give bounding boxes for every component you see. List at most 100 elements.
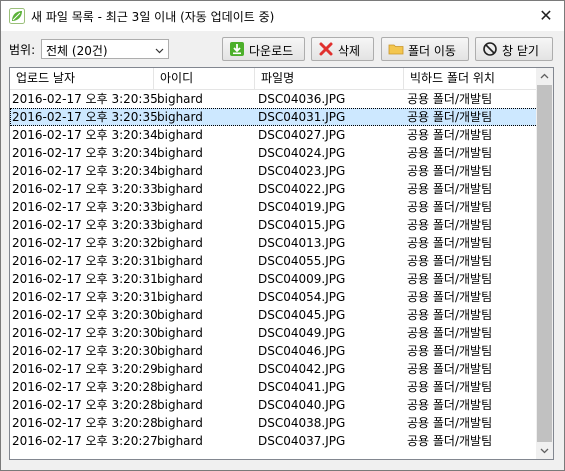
download-label: 다운로드 [249,44,294,58]
table-row[interactable]: 2016-02-17 오후 3:20:32 bighard DSC04013.JPG… [10,234,538,252]
file-list[interactable]: 업로드 날자 아이디 파일명 빅하드 폴더 위치 2016-02-17 오후 3… [9,67,554,460]
row-folder: 공용 폴더/개발팀 [407,92,493,106]
row-id: bighard [157,164,203,178]
table-row[interactable]: 2016-02-17 오후 3:20:34 bighard DSC04027.JPG… [10,126,538,144]
table-row[interactable]: 2016-02-17 오후 3:20:31 bighard DSC04055.JPG… [10,252,538,270]
table-row[interactable]: 2016-02-17 오후 3:20:28 bighard DSC04040.JPG… [10,396,538,414]
chevron-down-icon [155,44,164,54]
table-row[interactable]: 2016-02-17 오후 3:20:29 bighard DSC04042.JPG… [10,360,538,378]
row-filename: DSC04054.JPG [258,290,346,304]
column-header-id[interactable]: 아이디 [154,68,255,89]
download-button[interactable]: 다운로드 [222,37,305,61]
delete-button[interactable]: 삭제 [311,37,374,61]
row-filename: DSC04031.JPG [258,110,346,124]
table-row[interactable]: 2016-02-17 오후 3:20:27 bighard DSC04037.JPG… [10,432,538,450]
folder-icon [388,41,404,57]
row-filename: DSC04013.JPG [258,236,346,250]
table-row[interactable]: 2016-02-17 오후 3:20:34 bighard DSC04024.JPG… [10,144,538,162]
row-date: 2016-02-17 오후 3:20:35 [12,92,158,106]
table-row[interactable]: 2016-02-17 오후 3:20:30 bighard DSC04046.JPG… [10,342,538,360]
row-filename: DSC04049.JPG [258,326,346,340]
row-date: 2016-02-17 오후 3:20:28 [12,398,158,412]
row-date: 2016-02-17 오후 3:20:35 [12,110,158,124]
list-rows: 2016-02-17 오후 3:20:35 bighard DSC04036.JPG… [10,90,538,450]
delete-label: 삭제 [338,44,361,58]
range-select-value: 전체 (20건) [46,44,108,58]
row-id: bighard [157,272,203,286]
row-date: 2016-02-17 오후 3:20:33 [12,218,158,232]
row-id: bighard [157,416,203,430]
row-folder: 공용 폴더/개발팀 [407,272,493,286]
row-date: 2016-02-17 오후 3:20:31 [12,254,158,268]
row-folder: 공용 폴더/개발팀 [407,146,493,160]
table-row[interactable]: 2016-02-17 오후 3:20:30 bighard DSC04049.JPG… [10,324,538,342]
row-folder: 공용 폴더/개발팀 [407,128,493,142]
row-id: bighard [157,398,203,412]
row-folder: 공용 폴더/개발팀 [407,290,493,304]
scroll-up-icon[interactable] [536,68,553,85]
download-icon [229,41,245,57]
row-id: bighard [157,236,203,250]
scroll-down-icon[interactable] [536,442,553,459]
column-header-upload-date[interactable]: 업로드 날자 [10,68,154,89]
row-folder: 공용 폴더/개발팀 [407,344,493,358]
row-id: bighard [157,110,203,124]
table-row[interactable]: 2016-02-17 오후 3:20:34 bighard DSC04023.JPG… [10,162,538,180]
vertical-scrollbar[interactable] [536,68,553,459]
row-date: 2016-02-17 오후 3:20:30 [12,308,158,322]
row-date: 2016-02-17 오후 3:20:32 [12,236,158,250]
table-row[interactable]: 2016-02-17 오후 3:20:35 bighard DSC04031.JPG… [10,108,538,126]
table-row[interactable]: 2016-02-17 오후 3:20:35 bighard DSC04036.JPG… [10,90,538,108]
row-id: bighard [157,290,203,304]
row-filename: DSC04037.JPG [258,434,346,448]
table-row[interactable]: 2016-02-17 오후 3:20:33 bighard DSC04015.JPG… [10,216,538,234]
row-id: bighard [157,146,203,160]
row-date: 2016-02-17 오후 3:20:31 [12,290,158,304]
row-filename: DSC04042.JPG [258,362,346,376]
row-folder: 공용 폴더/개발팀 [407,164,493,178]
row-id: bighard [157,92,203,106]
row-date: 2016-02-17 오후 3:20:34 [12,164,158,178]
delete-x-icon [318,41,334,57]
row-folder: 공용 폴더/개발팀 [407,362,493,376]
folder-move-button[interactable]: 폴더 이동 [381,37,469,61]
table-row[interactable]: 2016-02-17 오후 3:20:31 bighard DSC04054.JPG… [10,288,538,306]
scrollbar-thumb[interactable] [537,85,552,442]
row-folder: 공용 폴더/개발팀 [407,308,493,322]
table-row[interactable]: 2016-02-17 오후 3:20:30 bighard DSC04045.JPG… [10,306,538,324]
close-window-button[interactable]: 창 닫기 [475,37,553,61]
row-id: bighard [157,182,203,196]
row-date: 2016-02-17 오후 3:20:30 [12,326,158,340]
row-folder: 공용 폴더/개발팀 [407,326,493,340]
column-header-folder[interactable]: 빅하드 폴더 위치 [404,68,538,89]
row-filename: DSC04055.JPG [258,254,346,268]
close-icon[interactable]: ✕ [528,1,564,31]
table-row[interactable]: 2016-02-17 오후 3:20:33 bighard DSC04019.JPG… [10,198,538,216]
row-date: 2016-02-17 오후 3:20:33 [12,200,158,214]
row-date: 2016-02-17 오후 3:20:28 [12,380,158,394]
row-folder: 공용 폴더/개발팀 [407,110,493,124]
column-header-filename[interactable]: 파일명 [255,68,404,89]
folder-move-label: 폴더 이동 [408,44,456,58]
row-date: 2016-02-17 오후 3:20:31 [12,272,158,286]
no-entry-icon [482,41,498,57]
table-row[interactable]: 2016-02-17 오후 3:20:28 bighard DSC04041.JPG… [10,378,538,396]
row-folder: 공용 폴더/개발팀 [407,236,493,250]
row-date: 2016-02-17 오후 3:20:34 [12,146,158,160]
row-filename: DSC04038.JPG [258,416,346,430]
row-folder: 공용 폴더/개발팀 [407,398,493,412]
row-id: bighard [157,128,203,142]
row-date: 2016-02-17 오후 3:20:28 [12,416,158,430]
row-id: bighard [157,326,203,340]
row-filename: DSC04036.JPG [258,92,346,106]
table-row[interactable]: 2016-02-17 오후 3:20:31 bighard DSC04009.JPG… [10,270,538,288]
table-row[interactable]: 2016-02-17 오후 3:20:28 bighard DSC04038.JPG… [10,414,538,432]
row-folder: 공용 폴더/개발팀 [407,200,493,214]
row-folder: 공용 폴더/개발팀 [407,218,493,232]
row-id: bighard [157,434,203,448]
row-filename: DSC04019.JPG [258,200,346,214]
table-row[interactable]: 2016-02-17 오후 3:20:33 bighard DSC04022.JPG… [10,180,538,198]
close-window-label: 창 닫기 [502,44,539,58]
row-id: bighard [157,218,203,232]
range-select[interactable]: 전체 (20건) [41,39,169,59]
